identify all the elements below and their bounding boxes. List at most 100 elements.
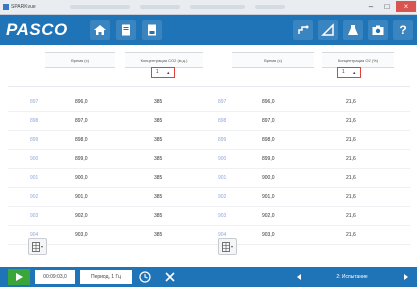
right-time-cell: 900,0 <box>262 175 275 181</box>
left-filter-box[interactable]: 1 ▲ <box>151 67 175 78</box>
left-co2-column-header[interactable]: Концентрация CO2 (м.д.) <box>125 52 203 68</box>
home-icon <box>94 25 106 35</box>
page-navigator: 2: Испытание <box>290 269 417 285</box>
table-row: 899 898,0 385 899 898,0 21,6 <box>0 131 417 150</box>
left-co2-cell: 385 <box>154 137 163 143</box>
row-index-right: 900 <box>218 156 227 162</box>
right-time-cell: 896,0 <box>262 99 275 105</box>
sample-rate-button[interactable]: Период, 1 Гц <box>80 270 132 284</box>
help-button[interactable]: ? <box>393 20 413 40</box>
experiment-button[interactable] <box>343 20 363 40</box>
table-row: 901 900,0 385 901 900,0 21,6 <box>0 169 417 188</box>
table-row: 903 902,0 385 903 902,0 21,6 <box>0 207 417 226</box>
page-label[interactable]: 2: Испытание <box>312 269 392 285</box>
tools-button[interactable] <box>318 20 338 40</box>
journal-button[interactable] <box>142 20 162 40</box>
left-co2-cell: 385 <box>154 99 163 105</box>
left-co2-cell: 385 <box>154 213 163 219</box>
arrow-left-icon <box>297 274 301 280</box>
right-o2-column-header[interactable]: Концентрация O2 (%) <box>322 52 394 68</box>
right-time-column-header[interactable]: Время (с) <box>232 52 314 68</box>
titlebar-blur <box>140 5 180 9</box>
sensor-icon <box>298 25 309 34</box>
tools-toggle-button[interactable] <box>163 270 177 284</box>
triangle-up-icon: ▲ <box>352 70 357 75</box>
clock-icon <box>139 271 151 283</box>
left-time-cell: 896,0 <box>75 99 88 105</box>
left-co2-cell: 385 <box>154 175 163 181</box>
minimize-button[interactable]: – <box>363 1 379 12</box>
right-filter-box[interactable]: 1 ▲ <box>337 67 361 78</box>
left-co2-cell: 385 <box>154 156 163 162</box>
pasco-logo: PASCO <box>6 20 68 39</box>
timing-button[interactable] <box>138 270 152 284</box>
left-co2-cell: 385 <box>154 194 163 200</box>
right-o2-cell: 21,6 <box>346 118 356 124</box>
table-row: 902 901,0 385 902 901,0 21,6 <box>0 188 417 207</box>
previous-page-button[interactable] <box>290 269 308 285</box>
column-header-label: Концентрация CO2 (м.д.) <box>140 57 188 63</box>
table-row: 897 896,0 385 897 896,0 21,6 <box>0 93 417 112</box>
left-time-cell: 899,0 <box>75 156 88 162</box>
app-window-icon <box>3 4 9 10</box>
row-index-left: 903 <box>30 213 39 219</box>
play-icon <box>16 273 23 281</box>
row-index-left: 898 <box>30 118 39 124</box>
column-header-label: Концентрация O2 (%) <box>337 57 379 63</box>
row-divider <box>8 244 410 245</box>
grid-icon <box>221 241 233 252</box>
titlebar-blur <box>190 5 245 9</box>
close-button[interactable]: × <box>396 1 416 12</box>
right-time-cell: 897,0 <box>262 118 275 124</box>
grid-icon <box>31 241 43 252</box>
window-titlebar: SPARKvue – □ × <box>0 0 417 15</box>
left-time-cell: 900,0 <box>75 175 88 181</box>
arrow-right-icon <box>404 274 408 280</box>
next-page-button[interactable] <box>397 269 415 285</box>
row-index-right: 901 <box>218 175 227 181</box>
right-o2-cell: 21,6 <box>346 137 356 143</box>
left-table-options-button[interactable] <box>28 238 47 255</box>
right-time-cell: 901,0 <box>262 194 275 200</box>
row-index-left: 897 <box>30 99 39 105</box>
left-time-cell: 902,0 <box>75 213 88 219</box>
left-time-cell: 897,0 <box>75 118 88 124</box>
table-row: 900 899,0 385 900 899,0 21,6 <box>0 150 417 169</box>
row-index-right: 897 <box>218 99 227 105</box>
triangle-up-icon: ▲ <box>166 70 171 75</box>
document-icon <box>148 24 156 36</box>
right-o2-cell: 21,6 <box>346 194 356 200</box>
window-title: SPARKvue <box>11 4 36 10</box>
table-row: 898 897,0 385 898 897,0 21,6 <box>0 112 417 131</box>
left-time-cell: 898,0 <box>75 137 88 143</box>
start-button[interactable] <box>8 269 30 285</box>
right-o2-cell: 21,6 <box>346 213 356 219</box>
right-o2-cell: 21,6 <box>346 232 356 238</box>
page-view-button[interactable] <box>116 20 136 40</box>
row-index-left: 902 <box>30 194 39 200</box>
right-time-cell: 899,0 <box>262 156 275 162</box>
right-table-options-button[interactable] <box>218 238 237 255</box>
filter-value: 1 <box>155 69 159 75</box>
column-header-label: Время (с) <box>264 57 282 63</box>
home-button[interactable] <box>90 20 110 40</box>
maximize-button[interactable]: □ <box>379 1 395 12</box>
titlebar-blur <box>70 5 130 9</box>
row-index-right: 902 <box>218 194 227 200</box>
table-row: 904 903,0 385 904 903,0 21,6 <box>0 226 417 245</box>
bottom-control-bar: 00:09:03,0 Период, 1 Гц 2: Испытание <box>0 267 417 287</box>
filter-value: 1 <box>341 69 345 75</box>
left-time-cell: 901,0 <box>75 194 88 200</box>
row-index-left: 899 <box>30 137 39 143</box>
row-index-left: 900 <box>30 156 39 162</box>
sensor-setup-button[interactable] <box>293 20 313 40</box>
row-index-left: 901 <box>30 175 39 181</box>
crossed-tools-icon <box>165 272 175 282</box>
camera-icon <box>372 25 384 35</box>
camera-button[interactable] <box>368 20 388 40</box>
help-icon: ? <box>399 23 407 37</box>
elapsed-time-display: 00:09:03,0 <box>35 270 75 284</box>
titlebar-blur <box>255 5 285 9</box>
left-time-column-header[interactable]: Время (с) <box>45 52 115 68</box>
right-o2-cell: 21,6 <box>346 99 356 105</box>
